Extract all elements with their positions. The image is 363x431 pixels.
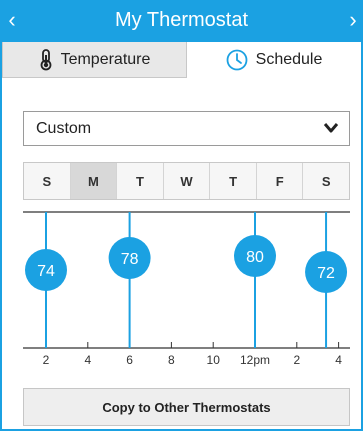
timeline-tick-label: 8 [168,353,175,367]
schedule-select[interactable]: Custom [23,111,350,146]
tab-schedule[interactable]: Schedule [187,42,361,78]
clock-icon [226,49,248,71]
thermometer-icon [39,48,53,71]
tab-temperature-label: Temperature [60,50,151,68]
timeline-tick-label: 6 [126,353,133,367]
timeline-tick-label: 2 [43,353,50,367]
day-button[interactable]: S [24,163,71,199]
timeline-tick-label: 12pm [240,353,270,367]
tab-schedule-label: Schedule [255,51,323,68]
timeline-tick-label: 4 [84,353,91,367]
day-button[interactable]: T [117,163,164,199]
day-button[interactable]: S [303,163,349,199]
schedule-timeline: 2 4 6 8 10 12pm 2 4 74 78 80 72 [23,211,350,367]
setpoint-temp-label: 78 [121,251,139,268]
setpoint-temp-label: 74 [37,263,55,280]
chevron-right-icon[interactable]: › [343,6,363,34]
schedule-select-value: Custom [36,119,92,137]
page-title: My Thermostat [115,9,248,31]
day-selector: SMTWTFS [23,162,350,200]
chevron-down-icon [323,121,339,140]
setpoint-temp-label: 80 [246,249,264,266]
tab-temperature[interactable]: Temperature [2,42,187,78]
day-button[interactable]: W [164,163,211,199]
copy-to-thermostats-button[interactable]: Copy to Other Thermostats [23,388,350,426]
day-button[interactable]: F [257,163,304,199]
day-button[interactable]: M [70,163,118,199]
timeline-tick-label: 2 [293,353,300,367]
day-button[interactable]: T [210,163,257,199]
timeline-tick-label: 4 [335,353,342,367]
tab-bar: Temperature Schedule [2,42,361,78]
setpoint-temp-label: 72 [317,265,335,282]
app-header: ‹ My Thermostat › [0,0,363,42]
timeline-tick-label: 10 [207,353,221,367]
